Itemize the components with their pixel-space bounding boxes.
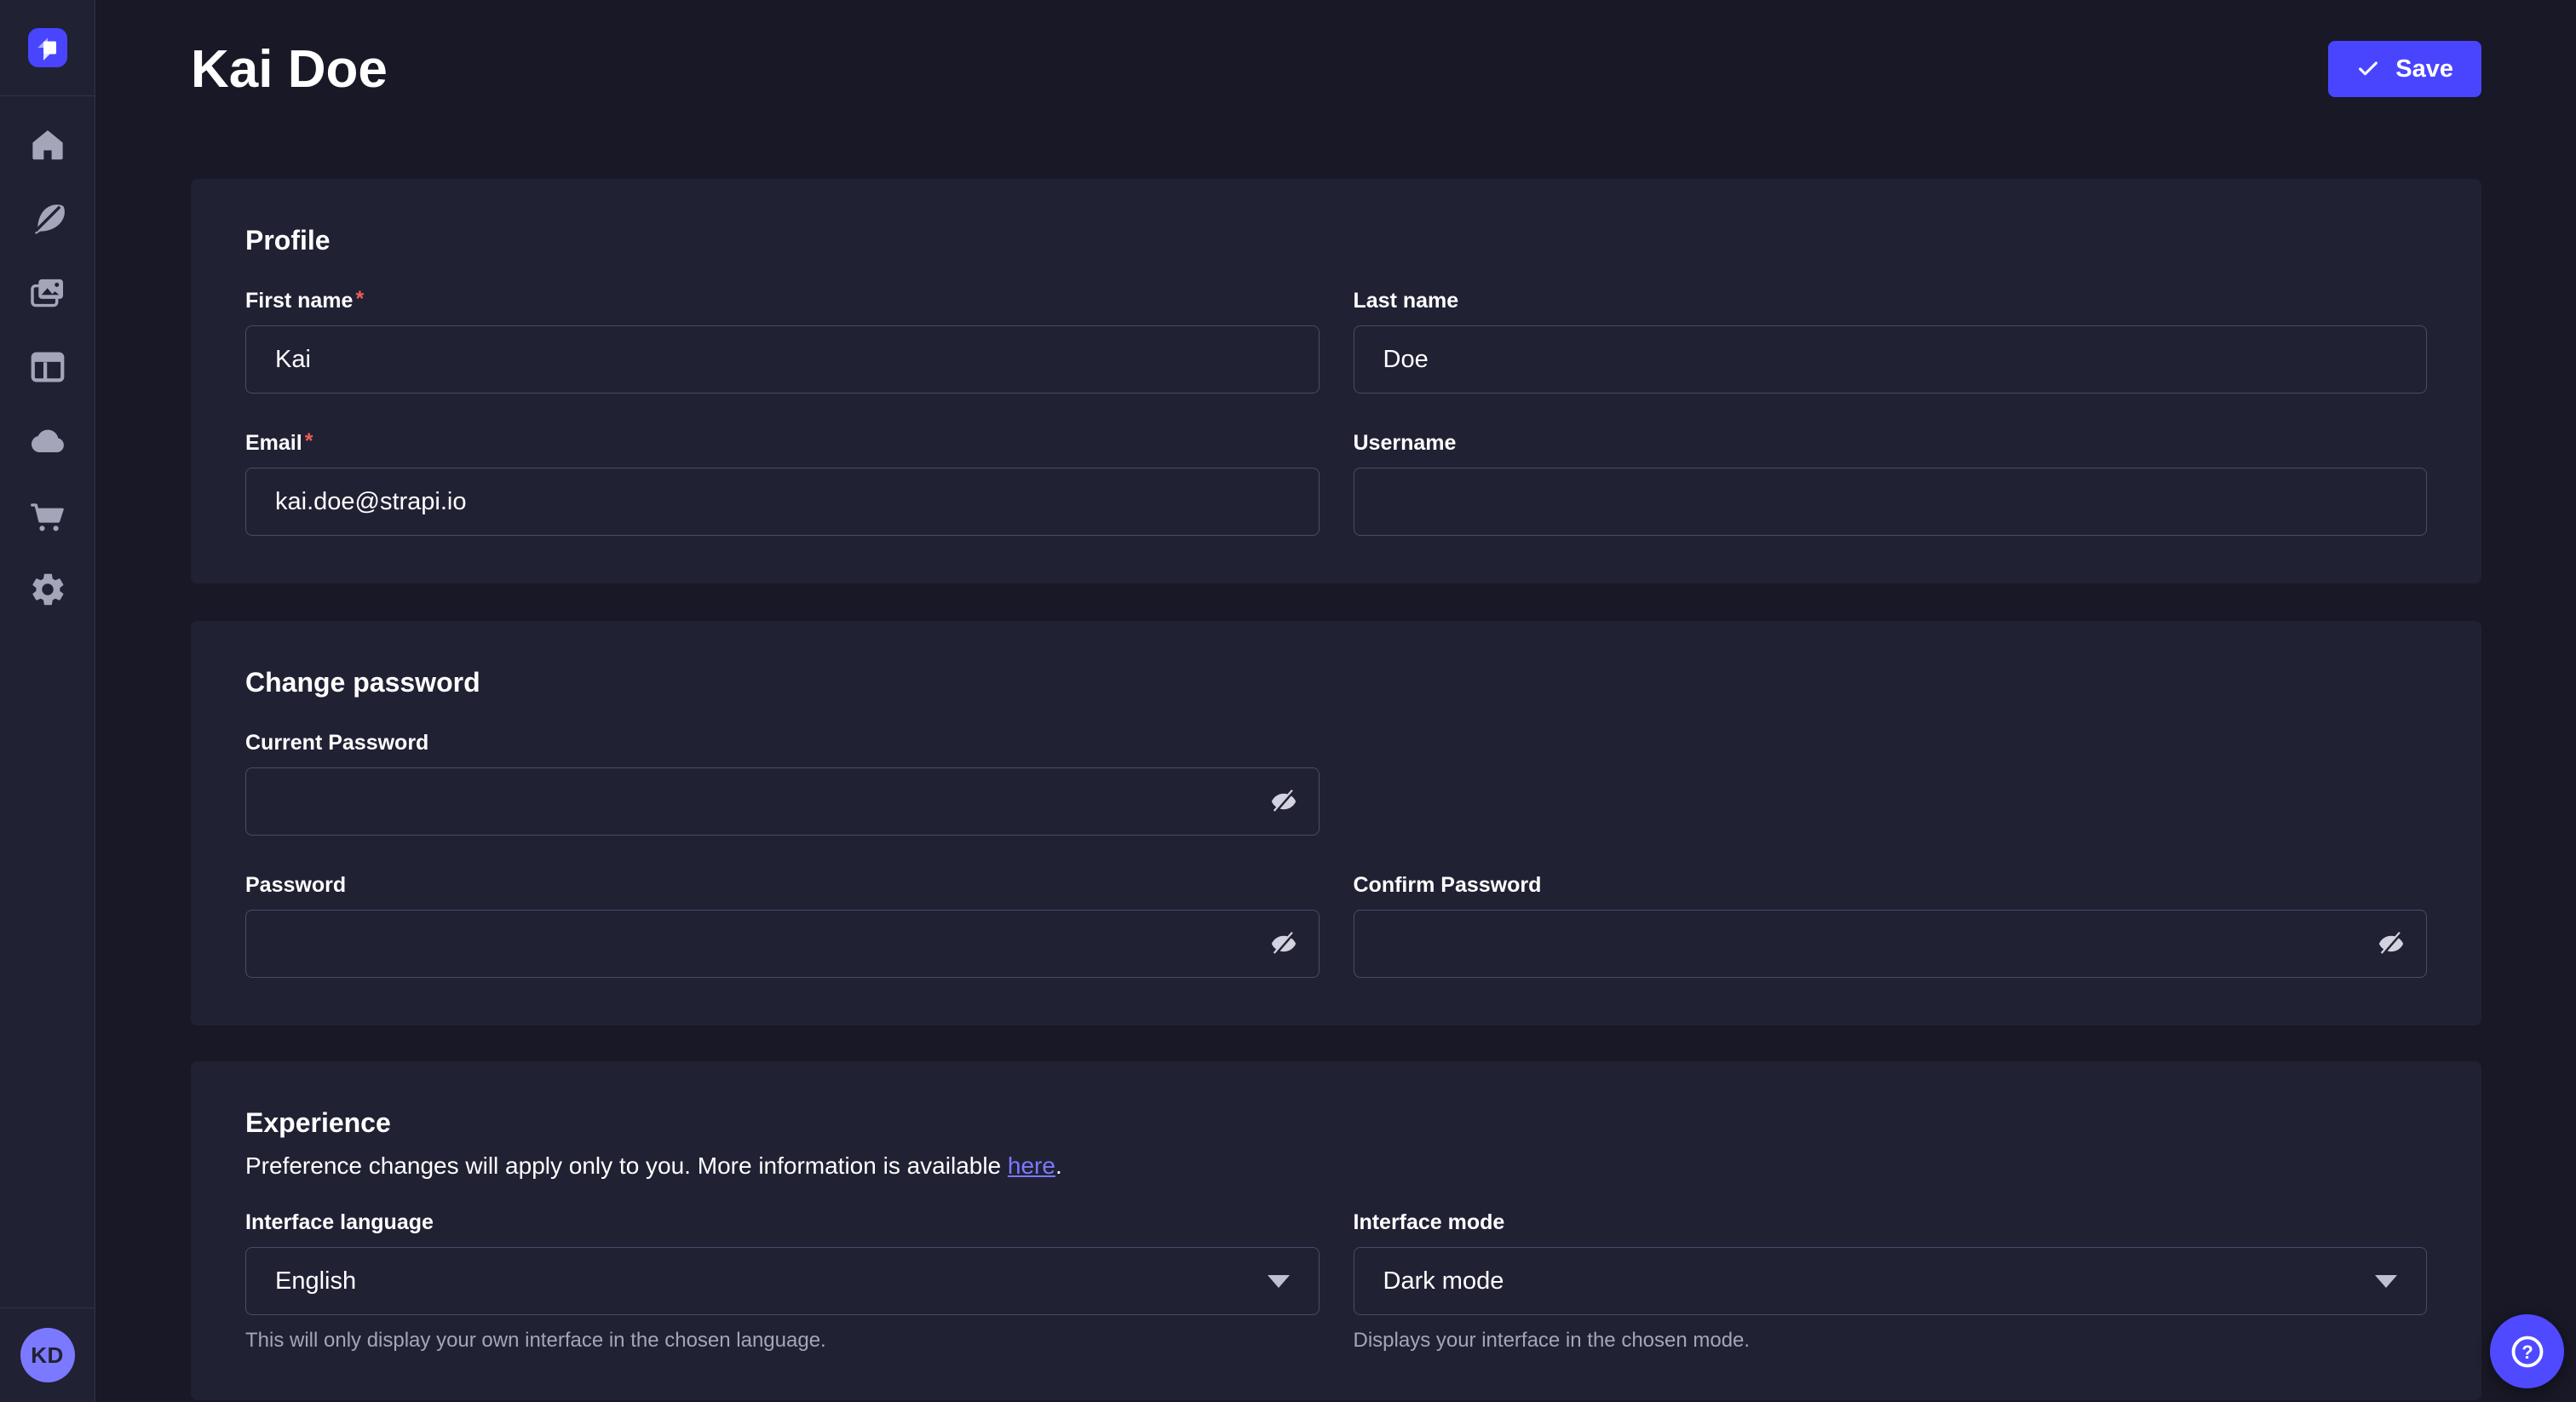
images-icon bbox=[28, 273, 67, 313]
password-fields-grid: Current Password Password bbox=[245, 731, 2427, 978]
confirm-password-field: Confirm Password bbox=[1354, 873, 2428, 978]
interface-language-value: English bbox=[275, 1267, 356, 1296]
last-name-input[interactable] bbox=[1354, 325, 2428, 394]
toggle-confirm-password-visibility-button[interactable] bbox=[2374, 927, 2408, 961]
interface-language-hint: This will only display your own interfac… bbox=[245, 1329, 1320, 1353]
cart-icon bbox=[28, 496, 67, 535]
experience-description: Preference changes will apply only to yo… bbox=[245, 1152, 2427, 1180]
eye-slash-icon bbox=[2377, 929, 2406, 958]
strapi-logo[interactable] bbox=[28, 28, 67, 67]
experience-section-title: Experience bbox=[245, 1107, 2427, 1139]
page-header: Kai Doe Save bbox=[191, 34, 2481, 104]
interface-mode-label: Interface mode bbox=[1354, 1210, 2428, 1235]
logo-area bbox=[0, 0, 95, 96]
gear-icon bbox=[28, 570, 67, 609]
svg-text:?: ? bbox=[2521, 1341, 2533, 1362]
home-icon bbox=[28, 125, 67, 164]
current-password-field: Current Password bbox=[245, 731, 1320, 836]
toggle-current-password-visibility-button[interactable] bbox=[1267, 784, 1301, 819]
more-information-link[interactable]: here bbox=[1008, 1152, 1055, 1179]
interface-mode-field: Interface mode Dark mode Displays your i… bbox=[1354, 1210, 2428, 1353]
confirm-password-label: Confirm Password bbox=[1354, 873, 2428, 898]
first-name-field: First name* bbox=[245, 289, 1320, 394]
new-password-field: Password bbox=[245, 873, 1320, 978]
new-password-input[interactable] bbox=[245, 910, 1320, 978]
required-marker: * bbox=[305, 431, 313, 452]
email-label: Email* bbox=[245, 431, 1320, 456]
last-name-label: Last name bbox=[1354, 289, 2428, 313]
eye-slash-icon bbox=[1269, 787, 1298, 816]
save-button[interactable]: Save bbox=[2328, 41, 2481, 97]
interface-language-field: Interface language English This will onl… bbox=[245, 1210, 1320, 1353]
chevron-down-icon bbox=[2375, 1275, 2397, 1288]
email-field: Email* bbox=[245, 431, 1320, 536]
interface-mode-select[interactable]: Dark mode bbox=[1354, 1247, 2428, 1315]
check-icon bbox=[2356, 57, 2380, 81]
sidebar-nav bbox=[0, 96, 95, 610]
sidebar-footer: KD bbox=[0, 1307, 95, 1402]
sidebar-item-content-type-builder[interactable] bbox=[24, 347, 72, 388]
first-name-input[interactable] bbox=[245, 325, 1320, 394]
feather-icon bbox=[28, 199, 67, 238]
new-password-label: Password bbox=[245, 873, 1320, 898]
username-input[interactable] bbox=[1354, 468, 2428, 536]
profile-section-title: Profile bbox=[245, 225, 2427, 256]
profile-section: Profile First name* Last name bbox=[191, 179, 2481, 583]
sidebar-item-settings[interactable] bbox=[24, 569, 72, 610]
interface-language-label: Interface language bbox=[245, 1210, 1320, 1235]
last-name-field: Last name bbox=[1354, 289, 2428, 394]
user-avatar[interactable]: KD bbox=[20, 1328, 75, 1382]
sidebar-item-home[interactable] bbox=[24, 124, 72, 165]
username-field: Username bbox=[1354, 431, 2428, 536]
current-password-input[interactable] bbox=[245, 767, 1320, 836]
sidebar-item-content-manager[interactable] bbox=[24, 198, 72, 239]
cloud-icon bbox=[28, 422, 67, 461]
sidebar-item-deploy[interactable] bbox=[24, 421, 72, 462]
question-mark-icon: ? bbox=[2508, 1332, 2547, 1371]
experience-fields-grid: Interface language English This will onl… bbox=[245, 1210, 2427, 1353]
sidebar-item-marketplace[interactable] bbox=[24, 495, 72, 536]
help-button[interactable]: ? bbox=[2490, 1314, 2564, 1388]
sidebar: KD bbox=[0, 0, 95, 1402]
profile-fields-grid: First name* Last name Email* bbox=[245, 289, 2427, 536]
eye-slash-icon bbox=[1269, 929, 1298, 958]
save-button-label: Save bbox=[2395, 55, 2453, 83]
email-input[interactable] bbox=[245, 468, 1320, 536]
username-label: Username bbox=[1354, 431, 2428, 456]
confirm-password-input[interactable] bbox=[1354, 910, 2428, 978]
chevron-down-icon bbox=[1268, 1275, 1290, 1288]
current-password-label: Current Password bbox=[245, 731, 1320, 756]
interface-mode-value: Dark mode bbox=[1383, 1267, 1504, 1296]
interface-mode-hint: Displays your interface in the chosen mo… bbox=[1354, 1329, 2428, 1353]
interface-language-select[interactable]: English bbox=[245, 1247, 1320, 1315]
page-title: Kai Doe bbox=[191, 39, 388, 100]
main-content: Kai Doe Save Profile First name* Last na… bbox=[95, 0, 2576, 1402]
experience-section: Experience Preference changes will apply… bbox=[191, 1061, 2481, 1400]
required-marker: * bbox=[355, 289, 364, 310]
toggle-new-password-visibility-button[interactable] bbox=[1267, 927, 1301, 961]
layout-icon bbox=[28, 348, 67, 387]
change-password-section: Change password Current Password bbox=[191, 621, 2481, 1026]
first-name-label: First name* bbox=[245, 289, 1320, 313]
change-password-title: Change password bbox=[245, 667, 2427, 698]
strapi-logo-icon bbox=[31, 31, 65, 65]
sidebar-item-media-library[interactable] bbox=[24, 273, 72, 313]
